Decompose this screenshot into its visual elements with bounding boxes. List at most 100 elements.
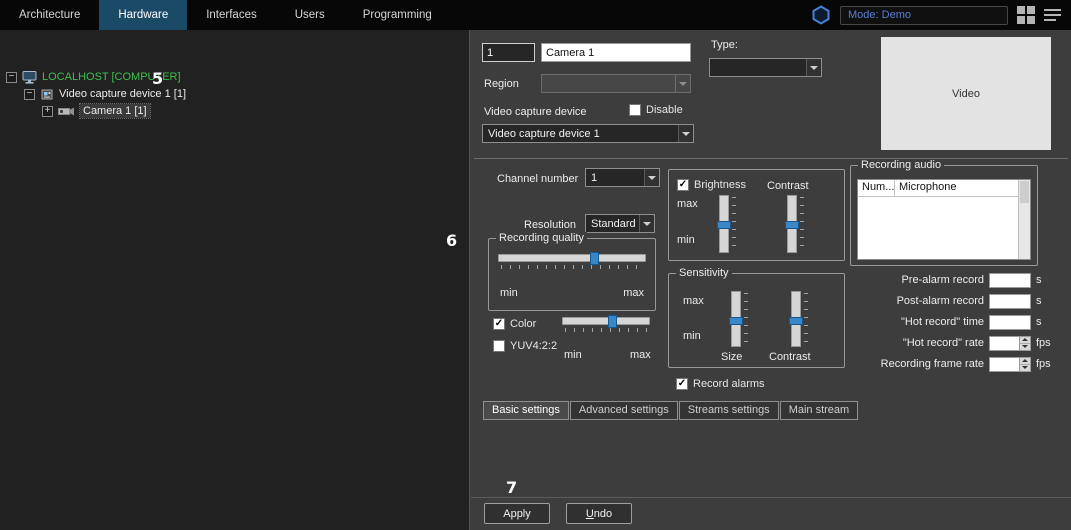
record-alarms-checkbox[interactable] <box>676 378 688 390</box>
tab-basic-settings[interactable]: Basic settings <box>483 401 569 420</box>
disable-checkbox[interactable] <box>629 104 641 116</box>
resolution-dropdown[interactable]: Standard <box>585 214 655 233</box>
camera-icon <box>58 106 75 117</box>
object-id-field[interactable] <box>482 43 535 62</box>
color-checkbox[interactable] <box>493 318 505 330</box>
tree-item-video-capture-device[interactable]: Video capture device 1 [1] <box>24 86 186 102</box>
app-logo-icon <box>811 5 831 25</box>
camera-settings-panel: Region Video capture device Disable Vide… <box>471 30 1071 530</box>
max-label: max <box>623 287 644 299</box>
unit-label: fps <box>1036 337 1060 349</box>
max-label: max <box>683 295 704 307</box>
slider-thumb[interactable] <box>608 315 617 328</box>
basic-settings-tab-page: Channel number 1 Resolution Standard Rec… <box>474 158 1068 420</box>
slider-thumb[interactable] <box>785 221 799 229</box>
disable-checkbox-row[interactable]: Disable <box>629 104 683 116</box>
recording-audio-table[interactable]: Num... Microphone <box>857 179 1031 260</box>
capture-board-icon <box>40 88 54 101</box>
post-alarm-record-row: Post-alarm record s <box>774 293 1060 309</box>
min-label: min <box>677 234 695 246</box>
audio-col-microphone[interactable]: Microphone <box>895 180 1030 196</box>
type-label: Type: <box>711 39 738 51</box>
type-dropdown-value <box>710 59 806 76</box>
size-sensitivity-slider[interactable] <box>725 291 749 347</box>
bottom-action-bar: Apply Undo <box>471 497 1071 530</box>
chevron-down-icon <box>639 215 654 232</box>
hot-record-rate-row: "Hot record" rate fps <box>774 335 1060 351</box>
color-checkbox-row[interactable]: Color <box>493 318 536 330</box>
yuv-label: YUV4:2:2 <box>510 340 557 352</box>
yuv-checkbox-row[interactable]: YUV4:2:2 <box>493 340 557 352</box>
scrollbar[interactable] <box>1018 180 1030 259</box>
brightness-slider[interactable] <box>713 195 737 253</box>
hot-record-time-input[interactable] <box>989 315 1031 330</box>
record-alarms-checkbox-row[interactable]: Record alarms <box>676 378 765 390</box>
max-label: max <box>677 198 698 210</box>
brightness-label: Brightness <box>694 179 746 191</box>
pre-alarm-record-input[interactable] <box>989 273 1031 288</box>
pre-alarm-record-row: Pre-alarm record s <box>774 272 1060 288</box>
color-label: Color <box>510 318 536 330</box>
annotation-step-5: 5 <box>152 69 163 88</box>
slider-thumb[interactable] <box>717 221 731 229</box>
tab-advanced-settings[interactable]: Advanced settings <box>570 401 678 420</box>
video-capture-device-dropdown[interactable]: Video capture device 1 <box>482 124 694 143</box>
channel-number-dropdown[interactable]: 1 <box>585 168 660 187</box>
layout-grid-icon[interactable] <box>1017 6 1035 24</box>
region-dropdown[interactable] <box>541 74 691 93</box>
pre-alarm-record-label: Pre-alarm record <box>901 274 984 286</box>
topbar-right-controls: Mode: Demo <box>811 5 1071 25</box>
size-label: Size <box>721 351 742 363</box>
recording-quality-slider[interactable] <box>498 252 646 270</box>
unit-label: s <box>1036 316 1060 328</box>
color-slider[interactable] <box>562 315 650 333</box>
tab-users[interactable]: Users <box>276 0 344 30</box>
tree-item-camera[interactable]: Camera 1 [1] <box>42 103 150 119</box>
chevron-down-icon <box>806 59 821 76</box>
hamburger-menu-icon[interactable] <box>1044 9 1061 21</box>
recording-quality-title: Recording quality <box>496 232 587 244</box>
tab-programming[interactable]: Programming <box>344 0 451 30</box>
tab-interfaces[interactable]: Interfaces <box>187 0 276 30</box>
type-dropdown[interactable] <box>709 58 822 77</box>
max-label: max <box>630 349 651 361</box>
hot-record-time-row: "Hot record" time s <box>774 314 1060 330</box>
resolution-value: Standard <box>586 215 639 232</box>
unit-label: s <box>1036 295 1060 307</box>
apply-button[interactable]: Apply <box>484 503 550 524</box>
expand-icon[interactable] <box>42 106 53 117</box>
video-preview-label: Video <box>952 88 980 100</box>
contrast-slider[interactable] <box>781 195 805 253</box>
audio-col-number[interactable]: Num... <box>858 180 895 196</box>
tab-architecture[interactable]: Architecture <box>0 0 99 30</box>
slider-thumb[interactable] <box>590 252 599 265</box>
tree-item-label: Video capture device 1 [1] <box>59 88 186 100</box>
undo-button-label: Undo <box>586 508 612 520</box>
mode-indicator[interactable]: Mode: Demo <box>840 6 1008 25</box>
hot-record-time-label: "Hot record" time <box>901 316 984 328</box>
spinner-buttons[interactable] <box>1019 337 1030 350</box>
slider-thumb[interactable] <box>729 317 743 325</box>
recording-quality-group: Recording quality min max <box>488 238 656 311</box>
device-dropdown-value: Video capture device 1 <box>483 125 678 142</box>
object-tree-panel: LOCALHOST [COMPUTER] Video capture devic… <box>0 30 470 530</box>
brightness-checkbox[interactable] <box>677 179 689 191</box>
settings-tab-strip: Basic settings Advanced settings Streams… <box>483 401 858 420</box>
apply-button-label: Apply <box>503 508 531 520</box>
spinner-buttons[interactable] <box>1019 358 1030 371</box>
yuv-checkbox[interactable] <box>493 340 505 352</box>
brightness-checkbox-row[interactable]: Brightness <box>677 179 746 191</box>
tab-hardware[interactable]: Hardware <box>99 0 187 30</box>
tab-main-stream[interactable]: Main stream <box>780 401 859 420</box>
post-alarm-record-input[interactable] <box>989 294 1031 309</box>
object-name-field[interactable] <box>541 43 691 62</box>
collapse-icon[interactable] <box>24 89 35 100</box>
annotation-step-6: 6 <box>446 231 457 250</box>
computer-icon <box>22 71 37 84</box>
collapse-icon[interactable] <box>6 72 17 83</box>
tab-streams-settings[interactable]: Streams settings <box>679 401 779 420</box>
audio-table-header: Num... Microphone <box>858 180 1030 197</box>
region-label: Region <box>484 78 519 90</box>
undo-button[interactable]: Undo <box>566 503 632 524</box>
chevron-down-icon <box>644 169 659 186</box>
